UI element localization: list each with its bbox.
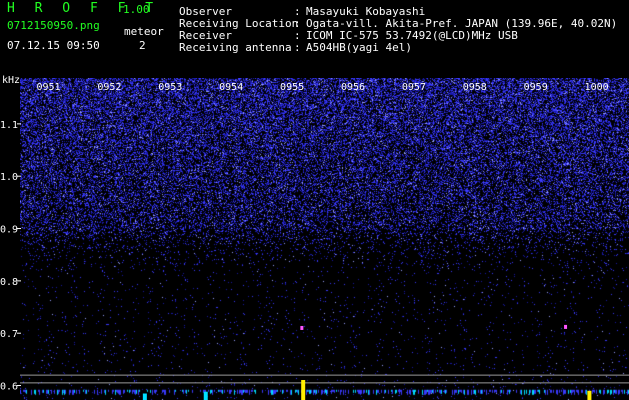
meteor-echo [564, 324, 568, 329]
app-version: 1.00 [123, 3, 150, 16]
time-label: 0953 [158, 82, 182, 93]
axis-overlay: kHz 1.1 1.0 0.9 0.8 0.7 0.6 0951 0952 0953 0954 095… [0, 75, 629, 400]
y-tick-label: 0.6 [0, 382, 18, 393]
spectrogram-area: kHz 1.1 1.0 0.9 0.8 0.7 0.6 0951 0952 0953 0954 095… [0, 75, 629, 400]
datetime: 07.12.15 09:50 [7, 39, 100, 52]
y-tick-label: 0.8 [0, 277, 18, 288]
signal-spike [203, 391, 208, 400]
signal-spike [587, 390, 592, 400]
y-tick-label: 0.7 [0, 329, 18, 340]
time-label: 0957 [402, 82, 426, 93]
info-colon: : [294, 41, 301, 54]
signal-spike [142, 393, 147, 400]
y-tick-label: 1.1 [0, 120, 18, 131]
meteor-echo [300, 325, 304, 330]
time-label: 1000 [585, 82, 609, 93]
time-label: 0954 [219, 82, 243, 93]
y-tick-label: 1.0 [0, 172, 18, 183]
time-label: 0952 [97, 82, 121, 93]
time-label: 0956 [341, 82, 365, 93]
info-value-antenna: A504HB(yagi 4el) [306, 41, 412, 54]
time-label: 0955 [280, 82, 304, 93]
y-axis-label: kHz [2, 75, 20, 86]
time-label: 0951 [36, 82, 60, 93]
time-label: 0958 [463, 82, 487, 93]
meteor-count: 2 [139, 39, 146, 52]
info-key-antenna: Receiving antenna [179, 41, 292, 54]
time-label: 0959 [524, 82, 548, 93]
y-tick-label: 0.9 [0, 225, 18, 236]
signal-spike [301, 380, 306, 400]
file-name: 0712150950.png [7, 19, 100, 32]
meteor-label: meteor [124, 25, 164, 38]
